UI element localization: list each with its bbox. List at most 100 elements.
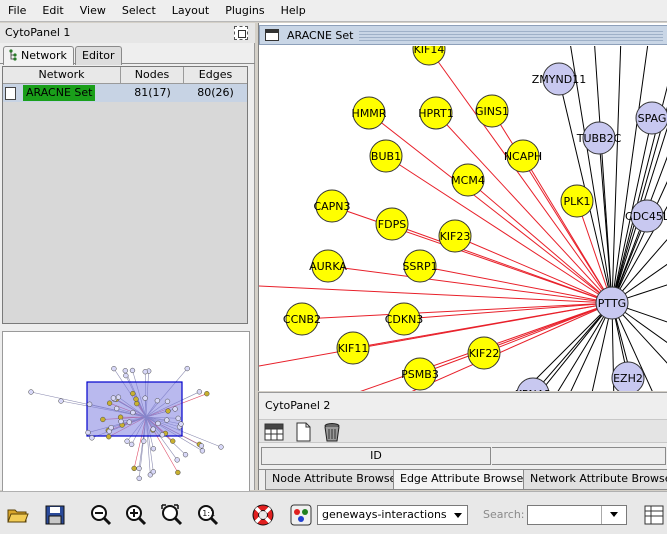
overview-node [175, 469, 181, 476]
overview-node [159, 432, 165, 438]
overview-node [155, 420, 161, 427]
network-view-titlebar[interactable]: ARACNE Set [259, 25, 667, 45]
attribute-browser-tabs: Node Attribute Browser Edge Attribute Br… [259, 469, 667, 491]
trash-icon[interactable] [322, 422, 342, 442]
selected-node-ccnb2[interactable]: CCNB2 [283, 302, 321, 336]
vizmapper-icon[interactable] [289, 503, 313, 527]
network-overview[interactable] [2, 331, 250, 513]
selected-node-mcm4[interactable]: MCM4 [451, 163, 485, 197]
visual-style-select[interactable]: geneways-interactions [317, 505, 468, 525]
selected-node-hprt1[interactable]: HPRT1 [418, 96, 454, 130]
overview-node [108, 424, 114, 431]
new-document-icon[interactable] [293, 422, 313, 442]
edge [611, 46, 649, 304]
selected-node-ssrp1[interactable]: SSRP1 [402, 249, 438, 283]
node-label: SPAG [638, 112, 667, 125]
menu-layout[interactable]: Layout [166, 0, 215, 22]
overview-node [136, 465, 142, 472]
cytopanel-1: CytoPanel 1 Network Editor Network Nodes… [0, 23, 255, 513]
overview-node [172, 406, 178, 412]
node-label: KIF11 [338, 342, 369, 355]
network-graph[interactable]: KIF14 HMMR HPRT1 GINS1 BUB1 NCAPH MCM4 CAPN3 FDP… [259, 46, 667, 391]
selected-node-capn3[interactable]: CAPN3 [313, 189, 351, 223]
overview-node [170, 438, 176, 444]
column-network[interactable]: Network [3, 67, 121, 84]
selected-node-ncaph[interactable]: NCAPH [504, 139, 542, 173]
search-dropdown-button[interactable] [601, 506, 626, 524]
selected-node-hmmr[interactable]: HMMR [352, 96, 387, 130]
selected-node-kif23[interactable]: KIF23 [438, 219, 472, 253]
node-label: TUBB2C [576, 132, 622, 145]
zoom-out-icon[interactable] [89, 503, 113, 527]
attribute-toolbar [259, 419, 667, 443]
overview-node [142, 369, 148, 375]
attribute-filter-icon[interactable] [642, 503, 666, 527]
overview-node [110, 395, 117, 401]
hub-node-pttg[interactable]: PTTG [595, 286, 629, 320]
node-label: FDPS [378, 218, 406, 231]
open-folder-icon[interactable] [6, 503, 30, 527]
network-canvas[interactable]: KIF14 HMMR HPRT1 GINS1 BUB1 NCAPH MCM4 CAPN3 FDP… [259, 46, 667, 391]
selected-node-psmb3[interactable]: PSMB3 [401, 357, 439, 391]
help-lifebuoy-icon[interactable] [251, 503, 275, 527]
overview-node [198, 443, 205, 449]
selected-node-bub1[interactable]: BUB1 [369, 139, 403, 173]
node-label: NCAPH [504, 150, 542, 163]
node-label: CAPN3 [313, 200, 350, 213]
selected-edge [331, 205, 613, 304]
node-label: HPRT1 [418, 107, 453, 120]
menu-edit[interactable]: Edit [36, 0, 69, 22]
tab-node-attribute-browser[interactable]: Node Attribute Browser [265, 470, 408, 490]
menu-plugins[interactable]: Plugins [219, 0, 270, 22]
column-nodes[interactable]: Nodes [121, 67, 184, 84]
overview-node [130, 390, 136, 397]
nodes-cell: 81(17) [134, 86, 171, 99]
network-view-window: ARACNE Set KIF14 HMMR HPRT1 GINS1 BUB1 NCAPH M… [258, 23, 667, 391]
tab-network[interactable]: Network [3, 46, 74, 65]
selected-node-kif14[interactable]: KIF14 [412, 46, 446, 66]
selected-node-kif22[interactable]: KIF22 [467, 336, 501, 370]
node-spag[interactable]: SPAG [635, 101, 667, 135]
menu-view[interactable]: View [74, 0, 112, 22]
selected-node-plk1[interactable]: PLK1 [560, 184, 594, 218]
overview-node [122, 368, 128, 374]
selected-node-aurka[interactable]: AURKA [309, 249, 347, 283]
tab-editor[interactable]: Editor [75, 46, 122, 65]
selected-node-gins1[interactable]: GINS1 [475, 94, 509, 128]
edge-layer [259, 46, 667, 391]
selected-node-kif11[interactable]: KIF11 [336, 331, 370, 365]
zoom-fit-icon[interactable]: 1:1 [196, 503, 220, 527]
titlebar-grip [359, 29, 663, 41]
node-label: PLK1 [564, 195, 591, 208]
save-icon[interactable] [43, 503, 67, 527]
node-label: MCM4 [451, 174, 485, 187]
float-panel-icon[interactable] [234, 26, 248, 40]
node-ezh2[interactable]: EZH2 [611, 361, 645, 391]
edge [523, 302, 613, 391]
edge [534, 302, 613, 391]
column-edges[interactable]: Edges [184, 67, 247, 84]
cytopanel-2-title: CytoPanel 2 [265, 399, 331, 412]
overview-node [100, 416, 106, 423]
menu-help[interactable]: Help [275, 0, 312, 22]
tab-network-attribute-browser[interactable]: Network Attribute Browser [523, 470, 667, 490]
svg-text:1:1: 1:1 [202, 509, 215, 518]
tab-edge-attribute-browser[interactable]: Edge Attribute Browser [393, 470, 535, 490]
tab-network-label: Network [21, 49, 67, 62]
node-tubb2c[interactable]: TUBB2C [576, 121, 622, 155]
overview-node [28, 389, 34, 395]
table-icon[interactable] [264, 422, 284, 442]
zoom-in-icon[interactable] [124, 503, 148, 527]
overview-node [142, 395, 148, 401]
overview-graph[interactable] [3, 332, 249, 512]
overview-node [164, 417, 170, 423]
visual-style-value: geneways-interactions [322, 508, 447, 521]
column-id[interactable]: ID [261, 447, 491, 465]
selected-node-fdps[interactable]: FDPS [375, 207, 409, 241]
menu-select[interactable]: Select [116, 0, 162, 22]
zoom-selected-icon[interactable] [160, 503, 184, 527]
menu-file[interactable]: File [2, 0, 32, 22]
node-label: KPNA2 [515, 388, 552, 391]
table-row[interactable]: ARACNE Set 81(17) 80(26) [3, 84, 247, 102]
selected-node-cdkn3[interactable]: CDKN3 [385, 302, 424, 336]
